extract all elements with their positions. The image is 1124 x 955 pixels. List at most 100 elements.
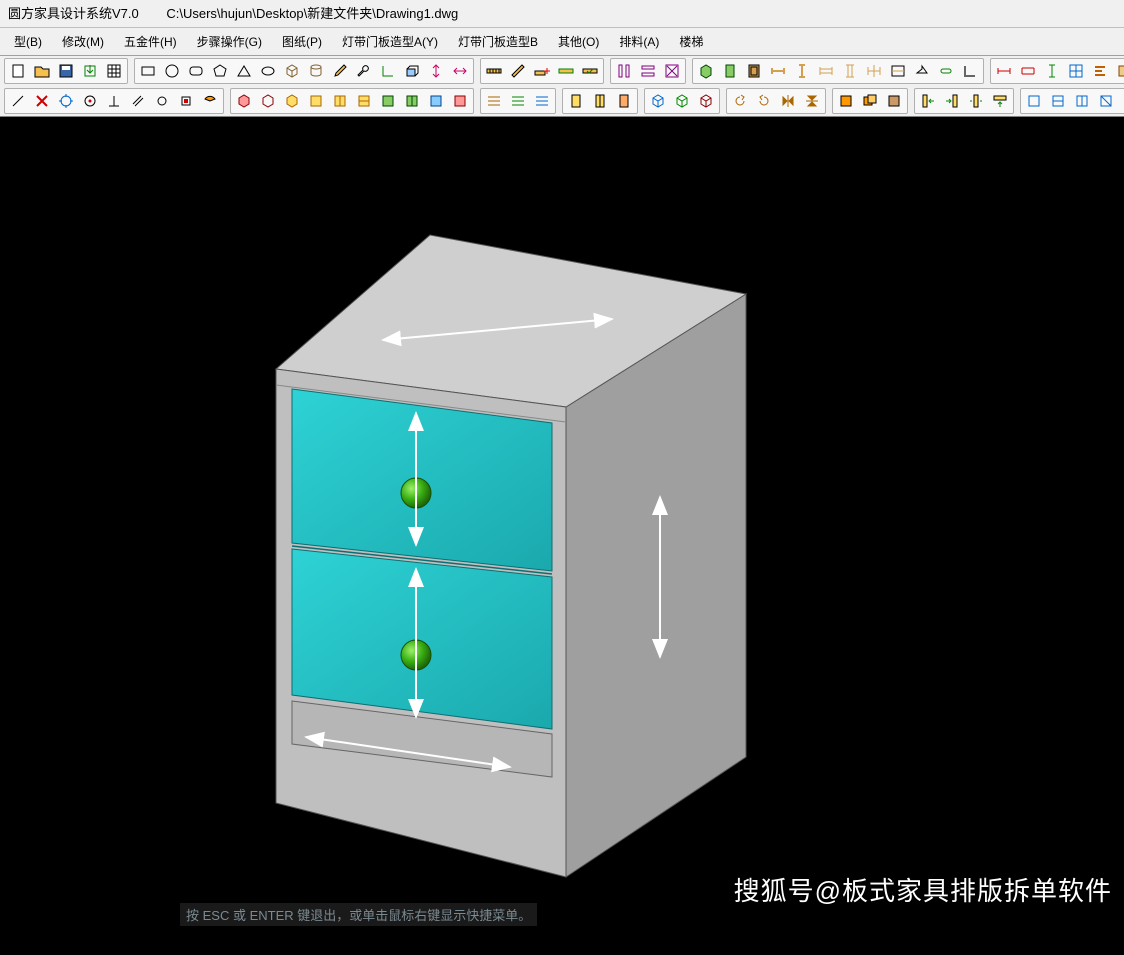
- shelf-icon[interactable]: [887, 60, 909, 82]
- hatch-b-icon[interactable]: [531, 90, 553, 112]
- menu-hardware[interactable]: 五金件(H): [114, 28, 187, 56]
- height-icon[interactable]: [425, 60, 447, 82]
- view-iso-icon[interactable]: [647, 90, 669, 112]
- frame-h-icon[interactable]: [637, 60, 659, 82]
- menu-other[interactable]: 其他(O): [548, 28, 609, 56]
- rotate-l-icon[interactable]: [729, 90, 751, 112]
- span-h-icon[interactable]: [767, 60, 789, 82]
- panel-r-icon[interactable]: [449, 90, 471, 112]
- cube-r2-icon[interactable]: [257, 90, 279, 112]
- new-file-icon[interactable]: [7, 60, 29, 82]
- panel-y2-icon[interactable]: [329, 90, 351, 112]
- pencil-icon[interactable]: [329, 60, 351, 82]
- menu-led-panel-a[interactable]: 灯带门板造型A(Y): [332, 28, 448, 56]
- ruler-h-icon[interactable]: [483, 60, 505, 82]
- hatch-h-icon[interactable]: [483, 90, 505, 112]
- menu-led-panel-b[interactable]: 灯带门板造型B: [448, 28, 548, 56]
- line-icon[interactable]: [7, 90, 29, 112]
- ruler-add-icon[interactable]: [531, 60, 553, 82]
- extrude-icon[interactable]: [401, 60, 423, 82]
- layer-2-icon[interactable]: [859, 90, 881, 112]
- flip-h-icon[interactable]: [777, 90, 799, 112]
- span-v-icon[interactable]: [791, 60, 813, 82]
- section-2-icon[interactable]: [1047, 90, 1069, 112]
- frame-v-icon[interactable]: [613, 60, 635, 82]
- dim-h-red-icon[interactable]: [993, 60, 1015, 82]
- panel-icon[interactable]: [719, 60, 741, 82]
- join-l-icon[interactable]: [959, 60, 981, 82]
- flip-v-icon[interactable]: [801, 90, 823, 112]
- view-iso2-icon[interactable]: [671, 90, 693, 112]
- frame-x-icon[interactable]: [661, 60, 683, 82]
- panel-b-icon[interactable]: [425, 90, 447, 112]
- perp-icon[interactable]: [103, 90, 125, 112]
- section-3-icon[interactable]: [1071, 90, 1093, 112]
- dim-h-green-icon[interactable]: [1041, 60, 1063, 82]
- ellipse-icon[interactable]: [257, 60, 279, 82]
- panel-g2-icon[interactable]: [401, 90, 423, 112]
- menu-drawing[interactable]: 图纸(P): [272, 28, 332, 56]
- ruler-check-icon[interactable]: [579, 60, 601, 82]
- view-iso3-icon[interactable]: [695, 90, 717, 112]
- hanger-icon[interactable]: [911, 60, 933, 82]
- corner-icon[interactable]: [377, 60, 399, 82]
- rectangle-icon[interactable]: [137, 60, 159, 82]
- menu-xing[interactable]: 型(B): [4, 28, 52, 56]
- table-icon[interactable]: [103, 60, 125, 82]
- circle-icon[interactable]: [161, 60, 183, 82]
- plan-icon[interactable]: [1065, 60, 1087, 82]
- viewport-3d[interactable]: 搜狐号@板式家具排版拆单软件 按 ESC 或 ENTER 键退出，或单击鼠标右键…: [0, 117, 1124, 926]
- width-icon[interactable]: [449, 60, 471, 82]
- fan-icon[interactable]: [199, 90, 221, 112]
- insert-l-icon[interactable]: [917, 90, 939, 112]
- dim-w-red-icon[interactable]: [1017, 60, 1039, 82]
- span-h2-icon[interactable]: [815, 60, 837, 82]
- export-icon[interactable]: [79, 60, 101, 82]
- circle-dot-icon[interactable]: [79, 90, 101, 112]
- menu-modify[interactable]: 修改(M): [52, 28, 114, 56]
- layer-1-icon[interactable]: [835, 90, 857, 112]
- open-file-icon[interactable]: [31, 60, 53, 82]
- cube-r1-icon[interactable]: [233, 90, 255, 112]
- ruler-angle-icon[interactable]: [507, 60, 529, 82]
- section-4-icon[interactable]: [1095, 90, 1117, 112]
- small-circle-icon[interactable]: [151, 90, 173, 112]
- triangle-icon[interactable]: [233, 60, 255, 82]
- wrench-icon[interactable]: [353, 60, 375, 82]
- span-hv-icon[interactable]: [863, 60, 885, 82]
- rotate-r-icon[interactable]: [753, 90, 775, 112]
- pentagon-icon[interactable]: [209, 60, 231, 82]
- insert-both-icon[interactable]: [965, 90, 987, 112]
- cube-icon[interactable]: [281, 60, 303, 82]
- panel-y3-icon[interactable]: [353, 90, 375, 112]
- align-icon[interactable]: [1089, 60, 1111, 82]
- menu-stairs[interactable]: 楼梯: [669, 28, 713, 56]
- span-v2-icon[interactable]: [839, 60, 861, 82]
- insert-r-icon[interactable]: [941, 90, 963, 112]
- linked-ruler-icon[interactable]: [555, 60, 577, 82]
- insert-t-icon[interactable]: [989, 90, 1011, 112]
- section-5-icon[interactable]: [1119, 90, 1124, 112]
- panel-y-icon[interactable]: [305, 90, 327, 112]
- cabinet-icon[interactable]: [695, 60, 717, 82]
- hatch-g-icon[interactable]: [507, 90, 529, 112]
- door-icon[interactable]: [743, 60, 765, 82]
- layer-3-icon[interactable]: [883, 90, 905, 112]
- cube-y-icon[interactable]: [281, 90, 303, 112]
- save-icon[interactable]: [55, 60, 77, 82]
- door-3d-2-icon[interactable]: [589, 90, 611, 112]
- handle-icon[interactable]: [935, 60, 957, 82]
- delete-x-icon[interactable]: [31, 90, 53, 112]
- panel-g-icon[interactable]: [377, 90, 399, 112]
- target-icon[interactable]: [55, 90, 77, 112]
- rounded-rect-icon[interactable]: [185, 60, 207, 82]
- door-3d-3-icon[interactable]: [613, 90, 635, 112]
- menu-step-ops[interactable]: 步骤操作(G): [187, 28, 272, 56]
- door-3d-icon[interactable]: [565, 90, 587, 112]
- cylinder-icon[interactable]: [305, 60, 327, 82]
- box-g1-icon[interactable]: [1113, 60, 1124, 82]
- menu-nesting[interactable]: 排料(A): [609, 28, 669, 56]
- section-1-icon[interactable]: [1023, 90, 1045, 112]
- para-icon[interactable]: [127, 90, 149, 112]
- square-dot-icon[interactable]: [175, 90, 197, 112]
